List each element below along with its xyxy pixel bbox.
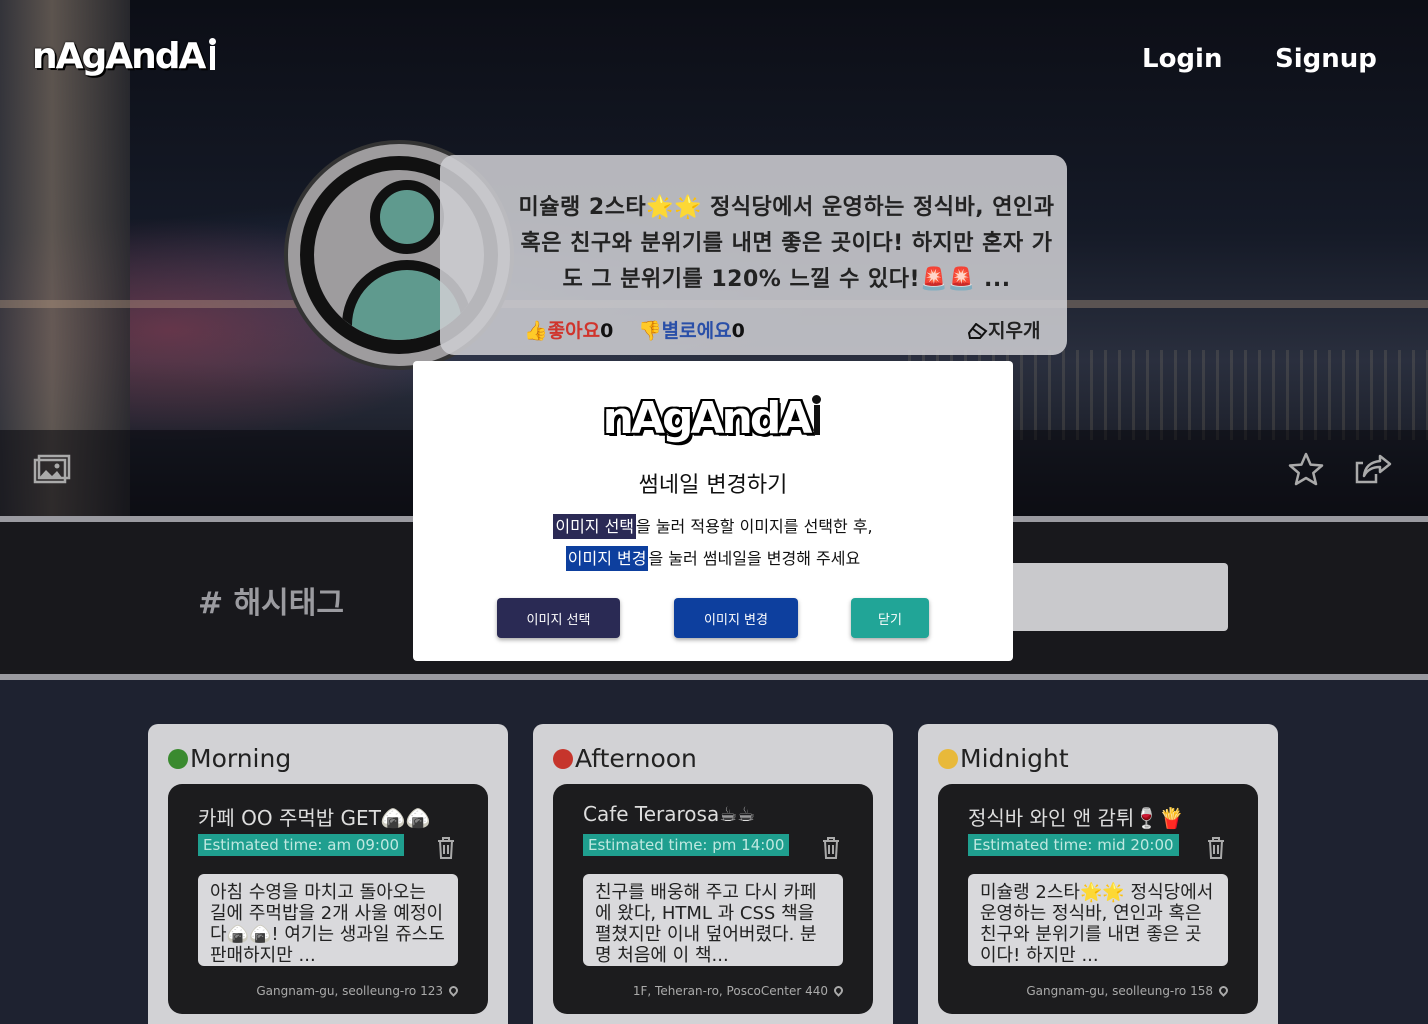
highlight-select: 이미지 선택 (553, 514, 637, 539)
card-entry[interactable]: Cafe Terarosa☕☕ Estimated time: pm 14:00… (553, 784, 873, 1014)
modal-title: 썸네일 변경하기 (638, 473, 788, 498)
mushroom-icon (553, 749, 573, 769)
sleepy-face-icon (938, 749, 958, 769)
card-entry[interactable]: 카페 OO 주먹밥 GET🍙🍙 Estimated time: am 09:00… (168, 784, 488, 1014)
eraser-icon (967, 322, 988, 339)
modal-logo: nAgAndA (413, 393, 1013, 444)
trash-icon[interactable] (821, 836, 841, 864)
entry-note: 미슐랭 2스타🌟🌟 정식당에서 운영하는 정식바, 연인과 혹은 친구와 분위기… (968, 874, 1228, 966)
schedule-card-midnight: Midnight 정식바 와인 앤 감튀🍷🍟 Estimated time: m… (918, 724, 1278, 1024)
signup-link[interactable]: Signup (1275, 44, 1377, 74)
location-pin-icon (832, 984, 845, 997)
description-text: 미슐랭 2스타🌟🌟 정식당에서 운영하는 정식바, 연인과 혹은 친구와 분위기… (518, 195, 1055, 292)
card-title: Midnight (960, 744, 1069, 773)
dislike-button[interactable]: 👎별로에요0 (638, 316, 745, 343)
person-icon (809, 393, 823, 437)
dislike-count: 0 (731, 320, 745, 342)
close-button[interactable]: 닫기 (851, 598, 929, 638)
tree-icon (168, 749, 188, 769)
estimated-time: Estimated time: pm 14:00 (583, 834, 790, 856)
card-title: Morning (190, 744, 292, 773)
trash-icon[interactable] (436, 836, 456, 864)
entry-note: 친구를 배웅해 주고 다시 카페에 왔다, HTML 과 CSS 책을 펼쳤지만… (583, 874, 843, 966)
star-icon[interactable] (1288, 452, 1324, 490)
schedule-card-morning: Morning 카페 OO 주먹밥 GET🍙🍙 Estimated time: … (148, 724, 508, 1024)
address: Gangnam-gu, seolleung-ro 123 (256, 984, 460, 998)
estimated-time: Estimated time: mid 20:00 (968, 834, 1179, 856)
erase-button[interactable]: 지우개 (967, 316, 1040, 343)
location-pin-icon (447, 984, 460, 997)
login-link[interactable]: Login (1142, 44, 1222, 74)
place-name: 카페 OO 주먹밥 GET🍙🍙 (198, 806, 431, 830)
place-name: 정식바 와인 앤 감튀🍷🍟 (968, 806, 1185, 830)
gallery-icon[interactable] (33, 454, 71, 488)
card-title: Afternoon (575, 744, 697, 773)
entry-note: 아침 수영을 마치고 돌아오는 길에 주먹밥을 2개 사울 예정이다🍙🍙! 여기… (198, 874, 458, 966)
address: 1F, Teheran-ro, PoscoCenter 440 (633, 984, 845, 998)
site-logo[interactable]: nAgAndA (32, 36, 218, 77)
place-name: Cafe Terarosa☕☕ (583, 802, 756, 826)
modal-instruction-1: 이미지 선택 을 눌러 적용할 이미지를 선택한 후, (413, 513, 1013, 539)
share-icon[interactable] (1354, 452, 1394, 490)
estimated-time: Estimated time: am 09:00 (198, 834, 405, 856)
modal-instruction-2: 이미지 변경 을 눌러 썸네일을 변경해 주세요 (413, 545, 1013, 571)
card-entry[interactable]: 정식바 와인 앤 감튀🍷🍟 Estimated time: mid 20:00 … (938, 784, 1258, 1014)
thumbnail-modal: nAgAndA 썸네일 변경하기 이미지 선택 을 눌러 적용할 이미지를 선택한… (413, 361, 1013, 661)
like-button[interactable]: 👍좋아요0 (524, 316, 613, 343)
change-image-button[interactable]: 이미지 변경 (674, 598, 798, 638)
location-pin-icon (1217, 984, 1230, 997)
address: Gangnam-gu, seolleung-ro 158 (1026, 984, 1230, 998)
schedule-card-afternoon: Afternoon Cafe Terarosa☕☕ Estimated time… (533, 724, 893, 1024)
hashtag-label: # 해시태그 (198, 586, 344, 621)
trash-icon[interactable] (1206, 836, 1226, 864)
like-count: 0 (600, 320, 614, 342)
select-image-button[interactable]: 이미지 선택 (497, 598, 620, 638)
person-icon (206, 36, 218, 72)
highlight-change: 이미지 변경 (565, 546, 649, 571)
